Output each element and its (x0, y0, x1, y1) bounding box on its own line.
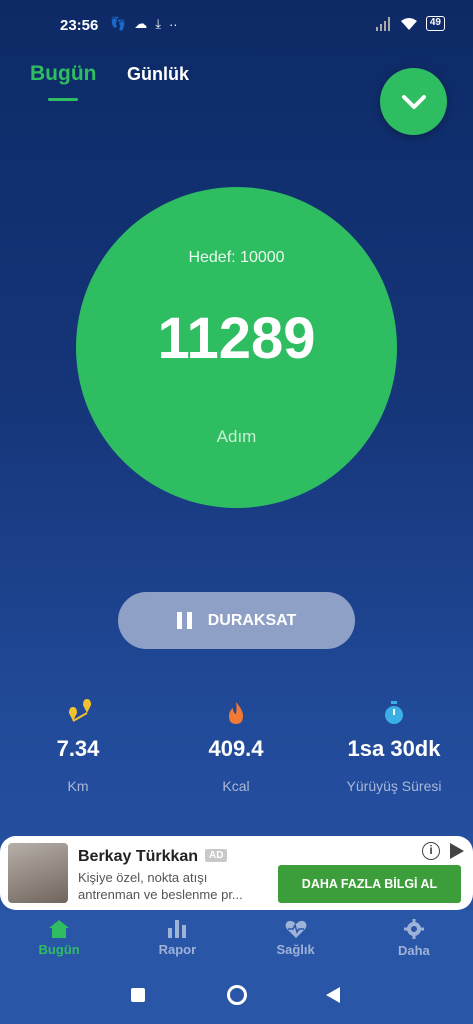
duration-label: Yürüyüş Süresi (346, 778, 442, 794)
distance-value: 7.34 (56, 736, 100, 761)
ad-badge: AD (205, 849, 228, 862)
calories-value: 409.4 (208, 736, 264, 761)
pause-button-label: DURAKSAT (207, 611, 297, 629)
home-icon (49, 920, 70, 938)
nav-item-more[interactable]: Daha (355, 910, 473, 967)
step-counter-circle: Hedef: 10000 11289 Adım (76, 187, 397, 508)
bottom-navigation: Bugün Rapor Sağlık Daha (0, 910, 473, 967)
collapse-button[interactable] (380, 68, 447, 135)
map-pin-icon (8, 699, 148, 726)
bar-chart-icon (168, 920, 187, 938)
status-time: 23:56 (60, 17, 99, 34)
system-status-icons: 49 (375, 16, 445, 31)
tab-daily[interactable]: Günlük (127, 64, 189, 85)
ad-banner[interactable]: Berkay Türkkan AD Kişiye özel, nokta atı… (0, 836, 473, 910)
pause-button[interactable]: DURAKSAT (118, 592, 355, 649)
recent-apps-icon[interactable] (131, 988, 145, 1002)
step-unit: Adım (216, 427, 257, 446)
nav-label-today: Bugün (38, 942, 80, 957)
back-icon[interactable] (326, 987, 340, 1003)
stat-distance: 7.34 Km (8, 699, 148, 794)
system-navigation-bar (0, 967, 473, 1024)
tab-today[interactable]: Bugün (30, 62, 96, 86)
nav-label-health: Sağlık (276, 942, 315, 957)
step-count: 11289 (157, 306, 316, 371)
nav-label-more: Daha (397, 943, 430, 958)
calories-label: Kcal (222, 778, 250, 794)
flame-icon (166, 700, 306, 726)
footsteps-icon: 👣 (110, 16, 127, 31)
home-button-icon[interactable] (227, 985, 247, 1005)
nav-item-health[interactable]: Sağlık (237, 910, 355, 967)
signal-icon (375, 16, 390, 31)
chevron-down-icon (401, 94, 426, 109)
step-goal: Hedef: 10000 (188, 249, 285, 266)
nav-label-report: Rapor (158, 942, 197, 957)
nav-item-today[interactable]: Bugün (0, 910, 118, 967)
wifi-icon (400, 17, 417, 30)
ad-title[interactable]: Berkay Türkkan (78, 848, 198, 866)
active-tab-indicator (48, 98, 78, 101)
ad-image[interactable] (8, 843, 68, 903)
more-dots-icon: ·· (168, 16, 178, 32)
ad-description[interactable]: Kişiye özel, nokta atışı antrenman ve be… (78, 869, 268, 903)
status-bar: 23:56 👣 ☁ ⤓ ·· 49 (0, 0, 473, 50)
info-icon[interactable]: i (422, 842, 440, 860)
nav-item-report[interactable]: Rapor (118, 910, 236, 967)
ad-cta-button[interactable]: DAHA FAZLA BİLGİ AL (278, 865, 461, 903)
cloud-icon: ☁ (134, 16, 148, 31)
notification-icons: 👣 ☁ ⤓ ·· (110, 16, 178, 32)
adchoices-icon[interactable] (450, 843, 464, 859)
heart-icon (285, 920, 307, 938)
stopwatch-icon (324, 700, 464, 726)
stat-duration: 1sa 30dk Yürüyüş Süresi (324, 700, 464, 794)
stat-calories: 409.4 Kcal (166, 700, 306, 794)
gear-icon (403, 919, 424, 939)
duration-value: 1sa 30dk (347, 736, 441, 761)
pause-icon (176, 612, 192, 629)
download-icon: ⤓ (155, 16, 161, 31)
distance-label: Km (67, 778, 89, 794)
battery-icon: 49 (425, 16, 445, 31)
